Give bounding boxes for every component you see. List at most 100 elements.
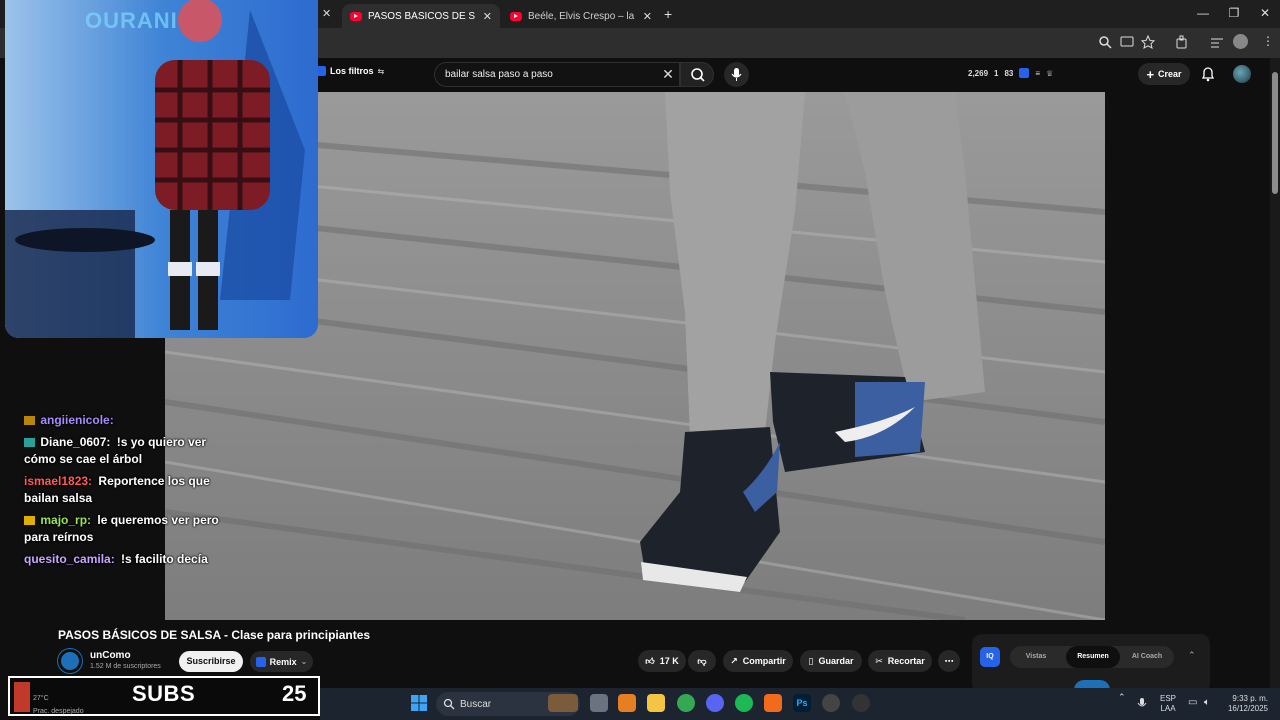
- clip-label: Recortar: [887, 656, 925, 666]
- microphone-icon: [731, 68, 742, 81]
- chat-text: !s facilito decía: [121, 552, 208, 566]
- extensions-icon[interactable]: [1175, 35, 1189, 49]
- notifications-bell-icon[interactable]: [1200, 66, 1216, 82]
- clock-date: 16/12/2025: [1227, 704, 1268, 713]
- collapse-panel-icon[interactable]: ⌃: [1188, 650, 1196, 661]
- share-icon: ↗: [730, 655, 738, 666]
- chat-user: ismael1823:: [24, 474, 93, 488]
- like-button[interactable]: 👍︎ 17 K: [638, 650, 686, 672]
- extension-icon[interactable]: [1019, 68, 1030, 78]
- task-view-icon[interactable]: [590, 694, 608, 712]
- chat-message: majo_rp: le queremos ver pero para reírn…: [24, 512, 224, 546]
- clear-search-icon[interactable]: ✕: [660, 62, 676, 87]
- more-actions-button[interactable]: ⋯: [938, 650, 960, 672]
- sub-badge-icon: [24, 438, 35, 447]
- tab-salsa[interactable]: PASOS BÁSICOS DE SALSA - Cl ✕: [342, 4, 500, 28]
- photoshop-icon[interactable]: Ps: [793, 694, 811, 712]
- weather-widget: 27°C Prac. despejado: [33, 694, 84, 717]
- search-highlight-icon[interactable]: [548, 694, 578, 712]
- windows-start-icon[interactable]: [410, 694, 428, 712]
- subscribe-button[interactable]: Suscribirse: [179, 651, 243, 672]
- obs-icon[interactable]: [822, 694, 840, 712]
- account-avatar[interactable]: [1233, 65, 1251, 83]
- chat-message: ismael1823: Reportence los que bailan sa…: [24, 473, 224, 507]
- save-button[interactable]: ▯ Guardar: [800, 650, 862, 672]
- cast-icon[interactable]: [1120, 35, 1134, 49]
- filters-label: Los filtros: [330, 66, 374, 76]
- microphone-icon[interactable]: [1137, 697, 1147, 711]
- search-input[interactable]: bailar salsa paso a paso: [434, 62, 680, 87]
- tab-patadita[interactable]: Beéle, Elvis Crespo – la patadita ✕: [502, 4, 660, 28]
- bookmark-icon: ▯: [808, 655, 814, 666]
- zoom-icon[interactable]: [1098, 35, 1112, 49]
- restore-button[interactable]: ❐: [1219, 6, 1249, 20]
- media-control-icon[interactable]: [1210, 35, 1224, 49]
- crown-icon[interactable]: ♕: [1046, 69, 1053, 78]
- chat-message: angiienicole:: [24, 412, 224, 429]
- video-side-background: [1105, 92, 1270, 620]
- eyes-stat: 83: [1004, 68, 1014, 78]
- taskbar-clock[interactable]: 9:33 p. m. 16/12/2025: [1226, 694, 1268, 714]
- vlc-icon[interactable]: [618, 694, 636, 712]
- close-window-button[interactable]: ✕: [1250, 6, 1280, 20]
- more-icon: ⋯: [944, 655, 954, 666]
- remix-label: Remix: [269, 656, 297, 667]
- tab-resumen[interactable]: Resumen: [1066, 646, 1120, 668]
- crown-badge-icon: [24, 416, 35, 425]
- streamer-webcam: OURANI: [5, 0, 318, 338]
- channel-name[interactable]: unComo: [90, 650, 131, 661]
- weather-temp: 27°C: [33, 695, 49, 702]
- spotify-icon[interactable]: [735, 694, 753, 712]
- like-count: 17 K: [659, 656, 679, 666]
- minimize-button[interactable]: —: [1188, 6, 1218, 20]
- bookmark-star-icon[interactable]: [1141, 35, 1155, 49]
- youtube-icon: [350, 11, 362, 21]
- brave-icon[interactable]: [764, 694, 782, 712]
- clip-button[interactable]: ✂ Recortar: [868, 650, 932, 672]
- search-button[interactable]: [680, 62, 714, 87]
- tab-ai-coach[interactable]: AI Coach: [1124, 646, 1170, 668]
- dislike-button[interactable]: 👎︎: [688, 650, 716, 672]
- app-icon[interactable]: [852, 694, 870, 712]
- clock-time: 9:33 p. m.: [1232, 694, 1268, 703]
- voice-search-button[interactable]: [724, 62, 749, 87]
- tab-vistas[interactable]: Vistas: [1016, 646, 1056, 668]
- iq-icon: [255, 656, 266, 667]
- create-button[interactable]: + Crear: [1138, 63, 1190, 85]
- remix-button[interactable]: Remix ⌄: [250, 651, 313, 672]
- file-explorer-icon[interactable]: [647, 694, 665, 712]
- channel-avatar[interactable]: [58, 649, 82, 673]
- network-icon[interactable]: ▭: [1188, 697, 1197, 708]
- thumbs-up-icon: 👍︎: [645, 655, 655, 666]
- extension-stats: 2,269 1 83 ≡ ♕: [968, 68, 1053, 78]
- one-stat: 1: [994, 68, 999, 78]
- search-icon: [691, 68, 705, 82]
- crown-badge-icon: [24, 516, 35, 525]
- prev-tab-close-icon[interactable]: ✕: [322, 7, 331, 20]
- list-icon[interactable]: ≡: [1035, 69, 1040, 78]
- tab-close-icon[interactable]: ✕: [483, 10, 492, 23]
- discord-icon[interactable]: [706, 694, 724, 712]
- browser-menu-icon[interactable]: ⋮: [1262, 34, 1274, 48]
- filters-button[interactable]: Los filtros ⇆: [316, 66, 384, 76]
- tab-close-icon[interactable]: ✕: [643, 10, 652, 23]
- save-label: Guardar: [818, 656, 854, 666]
- share-button[interactable]: ↗ Compartir: [723, 650, 793, 672]
- chevron-down-icon: ⌄: [300, 657, 308, 666]
- chat-message: Diane_0607: !s yo quiero ver cómo se cae…: [24, 434, 224, 468]
- profile-avatar[interactable]: [1233, 34, 1248, 49]
- tab-label: Beéle, Elvis Crespo – la patadita: [528, 10, 635, 22]
- iq-logo: IQ: [980, 647, 1000, 667]
- stream-chat-overlay: angiienicole: Diane_0607: !s yo quiero v…: [24, 412, 224, 573]
- new-tab-button[interactable]: +: [664, 6, 672, 22]
- thumbs-down-icon: 👎︎: [697, 655, 707, 666]
- language-indicator[interactable]: ESP LAA: [1160, 694, 1176, 714]
- volume-icon[interactable]: 🔈︎: [1204, 697, 1210, 708]
- chrome-icon[interactable]: [677, 694, 695, 712]
- subscriber-count: 1.52 M de suscriptores: [90, 663, 161, 670]
- layout-code: LAA: [1160, 704, 1176, 713]
- webcam-image: [5, 0, 318, 338]
- views-stat: 2,269: [968, 68, 989, 78]
- system-tray[interactable]: ⌃: [1118, 692, 1126, 703]
- scrollbar-thumb[interactable]: [1272, 72, 1278, 194]
